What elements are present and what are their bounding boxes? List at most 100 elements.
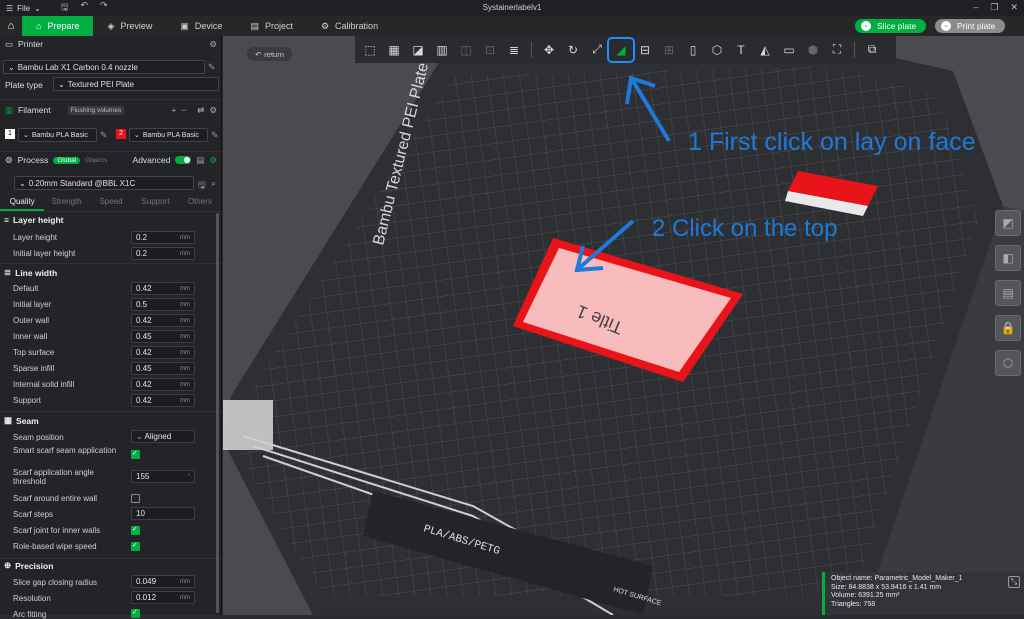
edit-icon[interactable]: ✎ <box>100 130 108 141</box>
edit-icon[interactable]: ✎ <box>211 130 219 141</box>
support-width-input[interactable]: 0.42 mm <box>131 394 195 407</box>
arc-fitting-checkbox[interactable] <box>131 608 140 618</box>
tab-strength[interactable]: Strength <box>44 197 88 211</box>
text-shape-icon[interactable]: T <box>730 40 752 60</box>
seam-position-select[interactable]: ⌄ Aligned <box>131 430 195 443</box>
view-cube-icon[interactable]: ◩ <box>995 210 1021 236</box>
rotate-icon[interactable]: ↻ <box>562 40 584 60</box>
add-icon[interactable]: + <box>171 105 176 115</box>
cut-icon[interactable]: ⊟ <box>634 40 656 60</box>
return-button[interactable]: ↶ return <box>247 47 292 61</box>
outer-wall-width-input[interactable]: 0.42 mm <box>131 314 195 327</box>
layers-icon[interactable]: ≣ <box>503 40 525 60</box>
initial-layer-width-input[interactable]: 0.5 mm <box>131 298 195 311</box>
sync-icon[interactable]: ⇄ <box>197 105 204 116</box>
add-plate-icon[interactable]: ▦ <box>383 40 405 60</box>
filament-2-select[interactable]: ⌄ Bambu PLA Basic <box>129 128 208 142</box>
print-plate-button[interactable]: ⌄ Print plate <box>935 19 1006 33</box>
assembly-icon[interactable]: ⬢ <box>802 40 824 60</box>
objects-toggle[interactable]: Objects <box>85 157 107 164</box>
collapse-icon[interactable]: ⤡ <box>1008 576 1020 588</box>
orient-view-icon[interactable]: ◧ <box>995 245 1021 271</box>
minimize-icon[interactable]: – <box>973 2 978 13</box>
edit-icon[interactable]: ✎ <box>208 62 216 73</box>
variable-layer-icon[interactable]: ⛶ <box>826 40 848 60</box>
slice-plate-button[interactable]: ⌄ Slice plate <box>855 19 927 33</box>
arrange-icon[interactable]: ▥ <box>431 40 453 60</box>
tab-preview[interactable]: ◈ Preview <box>93 16 166 36</box>
advanced-label: Advanced <box>132 155 171 165</box>
scarf-steps-input[interactable]: 10 <box>131 507 195 520</box>
smart-scarf-checkbox[interactable] <box>131 449 140 459</box>
move-icon[interactable]: ✥ <box>538 40 560 60</box>
layer-height-input[interactable]: 0.2 mm <box>131 231 195 244</box>
scarf-entire-wall-checkbox[interactable] <box>131 494 140 503</box>
save-icon[interactable]: 🖫 <box>198 178 206 194</box>
param-label: Layer height <box>13 233 58 242</box>
search-icon[interactable]: ⌕ <box>211 178 216 189</box>
seam-painting-icon[interactable]: ⬡ <box>706 40 728 60</box>
default-width-input[interactable]: 0.42 mm <box>131 282 195 295</box>
lay-on-face-icon[interactable]: ◢ <box>607 36 635 63</box>
tab-others[interactable]: Others <box>178 197 222 211</box>
measure-icon[interactable]: ▭ <box>778 40 800 60</box>
settings-sidebar: ▭ Printer ⚙ ⌄ Bambu Lab X1 Carbon 0.4 noz… <box>0 36 222 619</box>
compare-icon[interactable]: ▤ <box>196 155 204 166</box>
slice-gap-input[interactable]: 0.049 mm <box>131 575 195 588</box>
settings-icon[interactable]: ⚙ <box>209 39 217 50</box>
tab-calibration[interactable]: ⚙ Calibration <box>307 16 392 36</box>
group-seam: ▦ Seam <box>4 415 39 426</box>
settings-icon[interactable]: ⚙ <box>209 105 217 116</box>
initial-layer-height-input[interactable]: 0.2 mm <box>131 247 195 260</box>
sidebar-scrollbar[interactable] <box>216 213 219 613</box>
chevron-down-icon[interactable]: ⌄ <box>861 21 871 31</box>
scale-icon[interactable]: ⤢ <box>586 40 608 60</box>
chevron-down-icon[interactable]: ⌄ <box>941 21 951 31</box>
close-icon[interactable]: ✕ <box>1010 2 1018 13</box>
chevron-down-icon: ⌄ <box>8 62 15 72</box>
group-line-width: ≣ Line width <box>4 267 57 278</box>
lock-icon[interactable]: 🔒 <box>995 315 1021 341</box>
tab-support[interactable]: Support <box>133 197 177 211</box>
tab-prepare[interactable]: ⌂ Prepare <box>22 16 94 36</box>
tab-device[interactable]: ▣ Device <box>166 16 236 36</box>
advanced-toggle[interactable] <box>175 156 192 164</box>
assembly-view-icon[interactable]: ⧉ <box>861 40 883 60</box>
tab-speed[interactable]: Speed <box>89 197 133 211</box>
home-icon[interactable]: ⌂ <box>0 16 22 36</box>
plate-type-select[interactable]: ⌄ Textured PEI Plate <box>53 77 219 91</box>
tune-icon[interactable]: ⚙ <box>209 155 217 166</box>
internal-solid-infill-width-input[interactable]: 0.42 mm <box>131 378 195 391</box>
split-parts-icon[interactable]: ⊡ <box>479 40 501 60</box>
filament-slot-1-color[interactable]: 1 <box>5 129 15 139</box>
view-controls: ◩ ◧ ▤ 🔒 ⬡ <box>995 210 1023 385</box>
global-toggle[interactable]: Global <box>53 156 81 164</box>
remove-icon[interactable]: − <box>181 105 186 115</box>
inner-wall-width-input[interactable]: 0.45 mm <box>131 330 195 343</box>
color-painting-icon[interactable]: ◭ <box>754 40 776 60</box>
3d-viewport[interactable]: PLA/ABS/PETG HOT SURFACE Bambu Textured … <box>223 36 1024 615</box>
printer-select[interactable]: ⌄ Bambu Lab X1 Carbon 0.4 nozzle <box>3 60 205 74</box>
sparse-infill-width-input[interactable]: 0.45 mm <box>131 362 195 375</box>
resolution-input[interactable]: 0.012 mm <box>131 591 195 604</box>
tab-project[interactable]: ▤ Project <box>236 16 307 36</box>
filament-1-select[interactable]: ⌄ Bambu PLA Basic <box>18 128 97 142</box>
plate-list-icon[interactable]: ▤ <box>995 280 1021 306</box>
process-profile-select[interactable]: ⌄ 0.20mm Standard @BBL X1C <box>14 176 194 190</box>
maximize-icon[interactable]: ❐ <box>990 2 998 13</box>
role-wipe-speed-checkbox[interactable] <box>131 541 140 551</box>
support-painting-icon[interactable]: ▯ <box>682 40 704 60</box>
filament-slot-2-color[interactable]: 2 <box>116 129 126 139</box>
mesh-boolean-icon[interactable]: ⊞ <box>658 40 680 60</box>
top-surface-width-input[interactable]: 0.42 mm <box>131 346 195 359</box>
scarf-angle-input[interactable]: 155 ° <box>131 470 195 483</box>
settings-icon[interactable]: ⬡ <box>995 350 1021 376</box>
scarf-inner-walls-checkbox[interactable] <box>131 525 140 535</box>
add-object-icon[interactable]: ⬚ <box>359 40 381 60</box>
split-objects-icon[interactable]: ◫ <box>455 40 477 60</box>
auto-orient-icon[interactable]: ◪ <box>407 40 429 60</box>
object-info-panel: Object name: Parametric_Model_Maker_1 Si… <box>822 572 1024 615</box>
field-unit: mm <box>180 382 190 388</box>
tab-quality[interactable]: Quality <box>0 197 45 211</box>
flushing-volumes-button[interactable]: Flushing volumes <box>67 105 125 115</box>
